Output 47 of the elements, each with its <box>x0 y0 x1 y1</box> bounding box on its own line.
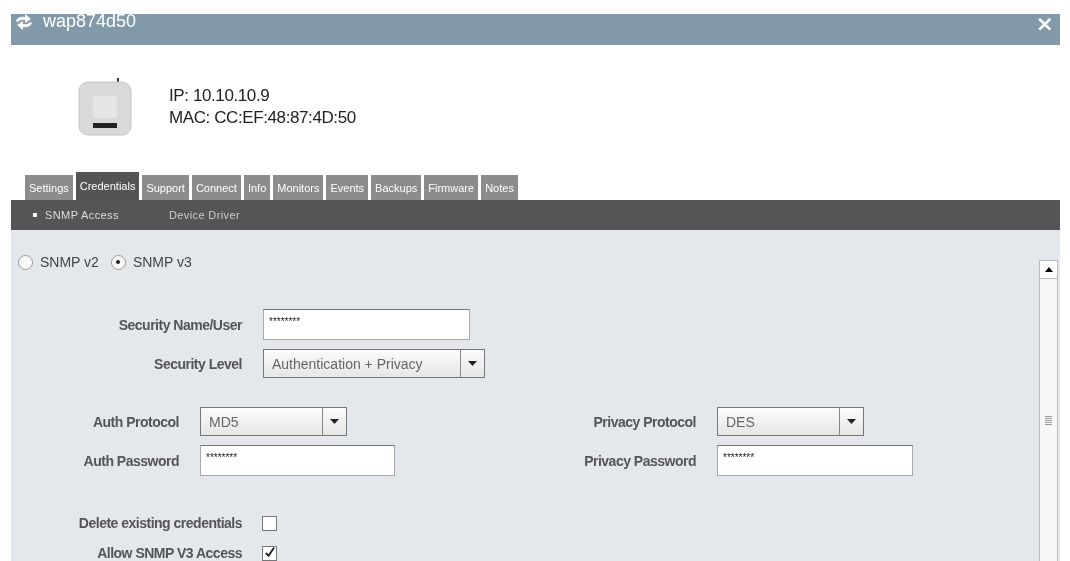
checkbox[interactable] <box>262 515 277 531</box>
tab[interactable]: Settings <box>25 175 73 200</box>
dropdown-arrow-icon <box>468 361 477 366</box>
security-level-dropdown[interactable]: Authentication + Privacy <box>263 349 485 378</box>
checkbox-label: Delete existing credentials <box>78 515 242 531</box>
ip-address: IP: 10.10.10.9 <box>169 85 271 107</box>
access-point-drawing <box>78 78 132 136</box>
tab[interactable]: Events <box>326 175 369 200</box>
tab[interactable]: Info <box>243 175 271 200</box>
tab[interactable]: Credentials <box>75 172 140 200</box>
scroll-up-button[interactable] <box>1040 261 1057 279</box>
privacy-protocol-dropdown[interactable]: DES <box>717 407 864 436</box>
tab[interactable]: Firmware <box>424 175 479 200</box>
bullet-icon <box>33 213 37 217</box>
mac-address: MAC: CC:EF:48:87:4D:50 <box>169 107 356 129</box>
auth-password-field[interactable]: ******** <box>200 445 395 476</box>
field-label: Auth Protocol <box>92 413 179 430</box>
dropdown-arrow-icon <box>847 419 856 424</box>
tab[interactable]: Support <box>142 175 189 200</box>
privacy-password-field[interactable]: ******** <box>717 445 913 476</box>
close-button[interactable]: × <box>1035 14 1054 34</box>
refresh-icon[interactable] <box>14 14 34 30</box>
scrollbar[interactable] <box>1039 260 1058 561</box>
checkbox[interactable] <box>262 545 277 561</box>
sub-tab[interactable]: Device Driver <box>168 209 241 221</box>
window-title: wap874d50 <box>43 11 137 31</box>
scroll-thumb[interactable] <box>1040 279 1057 561</box>
tab[interactable]: Backups <box>371 175 422 200</box>
tab[interactable]: Monitors <box>273 175 324 200</box>
up-arrow-icon <box>1044 267 1053 272</box>
tab[interactable]: Notes <box>481 175 518 200</box>
radio-button[interactable] <box>18 254 33 270</box>
dropdown-arrow-icon <box>330 419 339 424</box>
radio-label[interactable]: SNMP v3 <box>132 254 192 270</box>
radio-button[interactable] <box>110 254 126 270</box>
field-label: Auth Password <box>83 452 179 469</box>
checkbox-label: Allow SNMP V3 Access <box>97 545 242 561</box>
radio-label[interactable]: SNMP v2 <box>40 254 99 270</box>
field-label: Security Level <box>154 355 242 372</box>
field-label: Privacy Protocol <box>593 413 696 430</box>
sub-tab[interactable]: SNMP Access <box>33 209 119 221</box>
auth-protocol-dropdown[interactable]: MD5 <box>200 407 347 436</box>
field-label: Privacy Password <box>584 452 696 469</box>
security-name-field[interactable]: ******** <box>263 309 470 340</box>
tab[interactable]: Connect <box>191 175 241 200</box>
grip-icon <box>1045 415 1052 425</box>
field-label: Security Name/User <box>118 316 242 333</box>
